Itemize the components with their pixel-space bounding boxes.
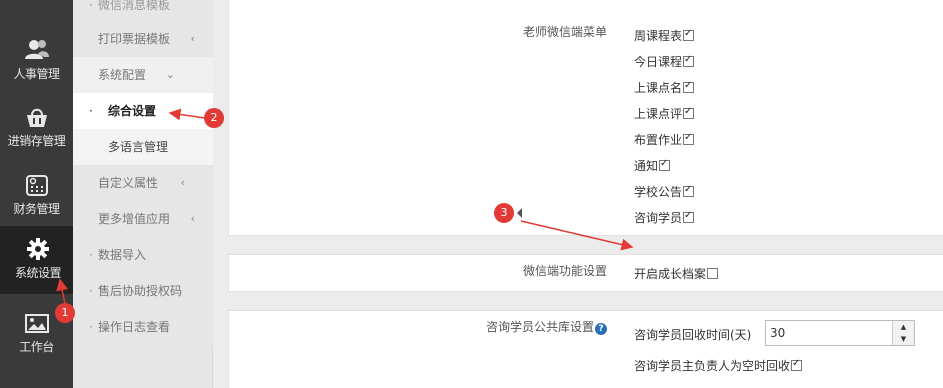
submenu-item-data-import[interactable]: · 数据导入 bbox=[73, 237, 213, 273]
submenu-label: 自定义属性 bbox=[98, 176, 159, 190]
panel-teacher-menu: 老师微信端菜单 周课程表 今日课程 上课点名 上课点评 布置作业 通知 学校公告… bbox=[228, 0, 943, 236]
finance-icon bbox=[25, 175, 48, 196]
image-icon bbox=[24, 314, 49, 333]
recycle-time-label: 咨询学员回收时间(天) bbox=[634, 328, 752, 342]
rail-label: 系统设置 bbox=[14, 266, 62, 280]
basket-icon bbox=[26, 108, 47, 127]
rail-item-hr[interactable]: 人事管理 bbox=[0, 27, 73, 97]
submenu-label: 微信消息模板 bbox=[98, 0, 171, 12]
teacher-menu-label: 老师微信端菜单 bbox=[522, 25, 607, 39]
bullet-icon: · bbox=[89, 0, 93, 12]
rail-label: 人事管理 bbox=[13, 67, 60, 81]
submenu-label: 打印票据模板 bbox=[98, 32, 171, 46]
chevron-left-icon: ‹ bbox=[190, 32, 195, 45]
public-pool-label-text: 咨询学员公共库设置 bbox=[485, 320, 594, 334]
submenu-item-wechat-template[interactable]: · 微信消息模板 bbox=[73, 0, 213, 23]
submenu-item-multilang[interactable]: 多语言管理 bbox=[73, 129, 213, 165]
public-pool-label: 咨询学员公共库设置? bbox=[486, 318, 607, 335]
chevron-down-icon: ⌄ bbox=[165, 68, 175, 81]
option-notice[interactable]: 通知 bbox=[634, 157, 671, 174]
checkbox[interactable] bbox=[683, 54, 695, 67]
rail-item-system-settings[interactable]: 系统设置 bbox=[0, 226, 73, 294]
checkbox[interactable] bbox=[707, 268, 719, 279]
submenu-item-custom-attr[interactable]: 自定义属性 ‹ bbox=[73, 165, 213, 201]
submenu-label: 数据导入 bbox=[98, 248, 147, 262]
left-icon-rail: 人事管理 进销存管理 财务管理 系统设置 工作台 bbox=[0, 0, 73, 388]
rail-label: 财务管理 bbox=[13, 202, 60, 216]
submenu-label: 操作日志查看 bbox=[98, 320, 171, 334]
recycle-days-input[interactable] bbox=[766, 321, 886, 345]
submenu-label: 更多增值应用 bbox=[98, 212, 171, 226]
checkbox[interactable] bbox=[683, 184, 695, 197]
rail-item-inventory[interactable]: 进销存管理 bbox=[0, 94, 73, 164]
annotation-badge-2: 2 bbox=[204, 108, 224, 128]
checkbox[interactable] bbox=[683, 106, 695, 119]
option-label: 周课程表 bbox=[634, 29, 683, 43]
option-label: 上课点名 bbox=[634, 81, 683, 95]
submenu-label: 售后协助授权码 bbox=[98, 284, 183, 298]
checkbox[interactable] bbox=[683, 80, 695, 93]
annotation-badge-3: 3 bbox=[494, 203, 514, 223]
help-icon[interactable]: ? bbox=[595, 323, 607, 335]
chevron-left-icon: ‹ bbox=[180, 176, 185, 189]
option-consult-student[interactable]: 咨询学员 bbox=[634, 209, 695, 226]
increment-icon[interactable]: ▲ bbox=[893, 321, 914, 333]
users-icon bbox=[24, 40, 49, 59]
option-label: 学校公告 bbox=[634, 185, 683, 199]
option-label: 通知 bbox=[634, 159, 659, 173]
option-label: 开启成长档案 bbox=[634, 267, 707, 281]
option-label: 咨询学员 bbox=[634, 211, 683, 225]
panel-public-pool: 咨询学员公共库设置? 咨询学员回收时间(天) ▲ ▼ 咨询学员主负责人为空时回收 bbox=[228, 310, 943, 388]
submenu-item-more-apps[interactable]: 更多增值应用 ‹ bbox=[73, 201, 213, 237]
option-today-course[interactable]: 今日课程 bbox=[634, 53, 695, 70]
checkbox[interactable] bbox=[659, 158, 671, 171]
checkbox[interactable] bbox=[683, 210, 695, 223]
gear-icon bbox=[27, 238, 49, 260]
submenu-item-op-log[interactable]: · 操作日志查看 bbox=[73, 309, 213, 345]
bullet-icon: · bbox=[89, 320, 93, 334]
option-growth-archive[interactable]: 开启成长档案 bbox=[634, 265, 719, 282]
option-label: 今日课程 bbox=[634, 55, 683, 69]
annotation-badge-1: 1 bbox=[55, 303, 75, 323]
submenu-label: 多语言管理 bbox=[108, 140, 169, 154]
option-label: 布置作业 bbox=[634, 133, 683, 147]
decrement-icon[interactable]: ▼ bbox=[893, 333, 914, 345]
submenu-item-system-config[interactable]: 系统配置 ⌄ bbox=[73, 57, 213, 93]
settings-main: 老师微信端菜单 周课程表 今日课程 上课点名 上课点评 布置作业 通知 学校公告… bbox=[213, 0, 943, 388]
submenu-item-general-settings[interactable]: · 综合设置 bbox=[73, 93, 213, 129]
checkbox[interactable] bbox=[683, 28, 695, 41]
rail-label: 进销存管理 bbox=[7, 134, 66, 148]
checkbox[interactable] bbox=[791, 358, 803, 371]
recycle-days-stepper[interactable]: ▲ ▼ bbox=[765, 320, 915, 346]
caret-left-icon bbox=[517, 208, 522, 218]
rail-label: 工作台 bbox=[19, 340, 54, 354]
option-homework[interactable]: 布置作业 bbox=[634, 131, 695, 148]
option-label: 咨询学员主负责人为空时回收 bbox=[634, 359, 791, 373]
bullet-icon: · bbox=[89, 248, 93, 262]
submenu-label: 系统配置 bbox=[98, 68, 147, 82]
submenu-item-print-template[interactable]: 打印票据模板 ‹ bbox=[73, 21, 213, 57]
submenu-label: 综合设置 bbox=[108, 104, 157, 118]
submenu-item-after-sales[interactable]: · 售后协助授权码 bbox=[73, 273, 213, 309]
stepper-buttons[interactable]: ▲ ▼ bbox=[892, 321, 914, 345]
settings-submenu: · 微信消息模板 打印票据模板 ‹ 系统配置 ⌄ · 综合设置 多语言管理 自定… bbox=[73, 0, 213, 388]
option-roll-call[interactable]: 上课点名 bbox=[634, 79, 695, 96]
option-school-announcement[interactable]: 学校公告 bbox=[634, 183, 695, 200]
rail-item-finance[interactable]: 财务管理 bbox=[0, 162, 73, 232]
panel-wechat-features: 微信端功能设置 开启成长档案 bbox=[228, 254, 943, 292]
wechat-features-label: 微信端功能设置 bbox=[522, 264, 607, 278]
bullet-icon: · bbox=[89, 104, 93, 118]
option-label: 上课点评 bbox=[634, 107, 683, 121]
option-empty-owner-recycle[interactable]: 咨询学员主负责人为空时回收 bbox=[634, 357, 803, 374]
bullet-icon: · bbox=[89, 284, 93, 298]
checkbox[interactable] bbox=[683, 132, 695, 145]
chevron-left-icon: ‹ bbox=[190, 212, 195, 225]
option-week-schedule[interactable]: 周课程表 bbox=[634, 27, 695, 44]
option-class-review[interactable]: 上课点评 bbox=[634, 105, 695, 122]
